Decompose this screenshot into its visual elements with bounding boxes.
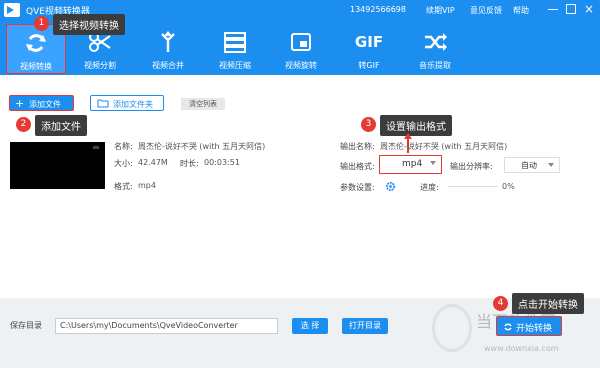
step-marker-3: 3	[361, 117, 376, 132]
add-file-label: 添加文件	[29, 100, 61, 109]
start-convert-button[interactable]: 开始转换	[496, 316, 562, 336]
progress-label: 进度:	[420, 183, 439, 192]
close-icon[interactable]: ×	[584, 2, 594, 16]
tool-label: 转GIF	[358, 61, 380, 70]
progress-bar	[448, 186, 498, 187]
tool-label: 视频分割	[84, 61, 116, 70]
refresh-icon	[26, 34, 46, 52]
add-folder-label: 添加文件夹	[113, 100, 153, 109]
chevron-down-icon	[430, 161, 436, 165]
progress-value: 0%	[502, 182, 515, 191]
shuffle-icon	[425, 33, 447, 51]
video-thumbnail	[10, 142, 105, 189]
output-resolution-select[interactable]: 自动	[504, 157, 560, 173]
output-format-label: 输出格式:	[340, 162, 375, 171]
tool-label: 视频转换	[20, 62, 52, 71]
start-convert-label: 开始转换	[516, 324, 553, 334]
tool-label: 视频压缩	[219, 61, 251, 70]
open-dir-button[interactable]: 打开目录	[342, 318, 388, 334]
clear-list-button[interactable]: 清空列表	[181, 98, 225, 110]
file-size-label: 大小:	[114, 159, 133, 168]
params-label: 参数设置:	[340, 183, 375, 192]
vip-link[interactable]: 续期VIP	[426, 5, 455, 16]
tool-label: 音乐提取	[419, 61, 451, 70]
save-dir-label: 保存目录	[10, 321, 42, 330]
output-format-select[interactable]: mp4	[379, 155, 442, 174]
gif-icon: GIF	[354, 33, 384, 51]
file-format-value: mp4	[138, 181, 156, 190]
tooltip-step-4: 点击开始转换	[512, 293, 584, 314]
plus-icon: +	[15, 97, 25, 110]
tool-label: 视频合并	[152, 61, 184, 70]
add-file-button[interactable]: + 添加文件	[9, 95, 74, 111]
app-logo-icon	[4, 3, 20, 17]
output-name-label: 输出名称:	[340, 142, 375, 151]
file-format-label: 格式:	[114, 182, 133, 191]
step-marker-4: 4	[493, 296, 508, 311]
minimize-icon[interactable]	[548, 9, 558, 10]
watermark-logo	[432, 304, 472, 352]
file-size-value: 42.47M	[138, 158, 168, 167]
chevron-down-icon	[548, 163, 554, 167]
output-resolution-value: 自动	[521, 161, 537, 170]
merge-icon	[161, 31, 175, 52]
step-marker-1: 1	[34, 16, 49, 31]
output-format-value: mp4	[402, 159, 423, 169]
tooltip-step-3: 设置输出格式	[380, 115, 452, 136]
select-dir-button[interactable]: 选 择	[292, 318, 328, 334]
tool-label: 视频旋转	[285, 61, 317, 70]
add-folder-button[interactable]: 添加文件夹	[90, 95, 164, 111]
output-name-value[interactable]: 周杰伦-说好不哭 (with 五月天阿信)	[380, 141, 507, 152]
step-marker-2: 2	[16, 117, 31, 132]
file-duration-label: 时长:	[180, 159, 199, 168]
watermark-url: www.downxia.com	[484, 344, 559, 353]
compress-icon	[224, 32, 246, 53]
save-dir-input[interactable]: C:\Users\my\Documents\QveVideoConverter	[55, 318, 278, 334]
feedback-link[interactable]: 意见反馈	[470, 5, 502, 16]
help-link[interactable]: 帮助	[513, 5, 529, 16]
tooltip-step-2: 添加文件	[35, 115, 87, 136]
rotate-icon	[291, 33, 311, 51]
file-duration-value: 00:03:51	[204, 158, 240, 167]
tool-video-merge[interactable]: 视频合并	[138, 24, 198, 74]
refresh-icon	[504, 323, 512, 331]
output-resolution-label: 输出分辨率:	[450, 162, 493, 171]
file-name-value: 周杰伦-说好不哭 (with 五月天阿信)	[138, 142, 266, 151]
maximize-icon[interactable]	[566, 4, 576, 14]
file-name-label: 名称:	[114, 142, 133, 151]
tool-to-gif[interactable]: GIF 转GIF	[339, 24, 399, 74]
folder-icon	[97, 99, 109, 108]
tool-music-extract[interactable]: 音乐提取	[405, 24, 465, 74]
tooltip-step-1: 选择视频转换	[53, 14, 125, 35]
gear-icon[interactable]	[385, 181, 396, 192]
tool-video-compress[interactable]: 视频压缩	[205, 24, 265, 74]
user-phone[interactable]: 13492566698	[350, 5, 406, 14]
tool-video-rotate[interactable]: 视频旋转	[271, 24, 331, 74]
